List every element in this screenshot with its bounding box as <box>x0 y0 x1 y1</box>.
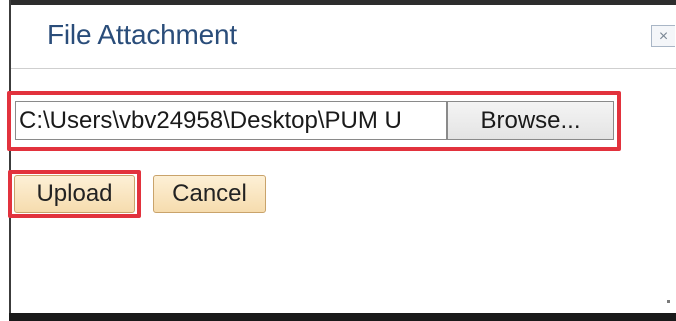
resize-grip-icon[interactable] <box>667 300 670 303</box>
dialog-title: File Attachment <box>47 19 237 50</box>
close-icon[interactable]: × <box>651 25 675 47</box>
upload-button[interactable]: Upload <box>14 175 135 213</box>
dialog-titlebar: File Attachment × <box>11 5 676 69</box>
cancel-button[interactable]: Cancel <box>153 175 266 213</box>
screenshot-frame: File Attachment × C:\Users\vbv24958\Desk… <box>0 0 676 321</box>
window-bottom-edge <box>9 313 676 321</box>
file-attachment-dialog: File Attachment × <box>11 5 676 313</box>
browse-button[interactable]: Browse... <box>447 101 614 140</box>
file-path-input[interactable]: C:\Users\vbv24958\Desktop\PUM U <box>15 101 447 140</box>
